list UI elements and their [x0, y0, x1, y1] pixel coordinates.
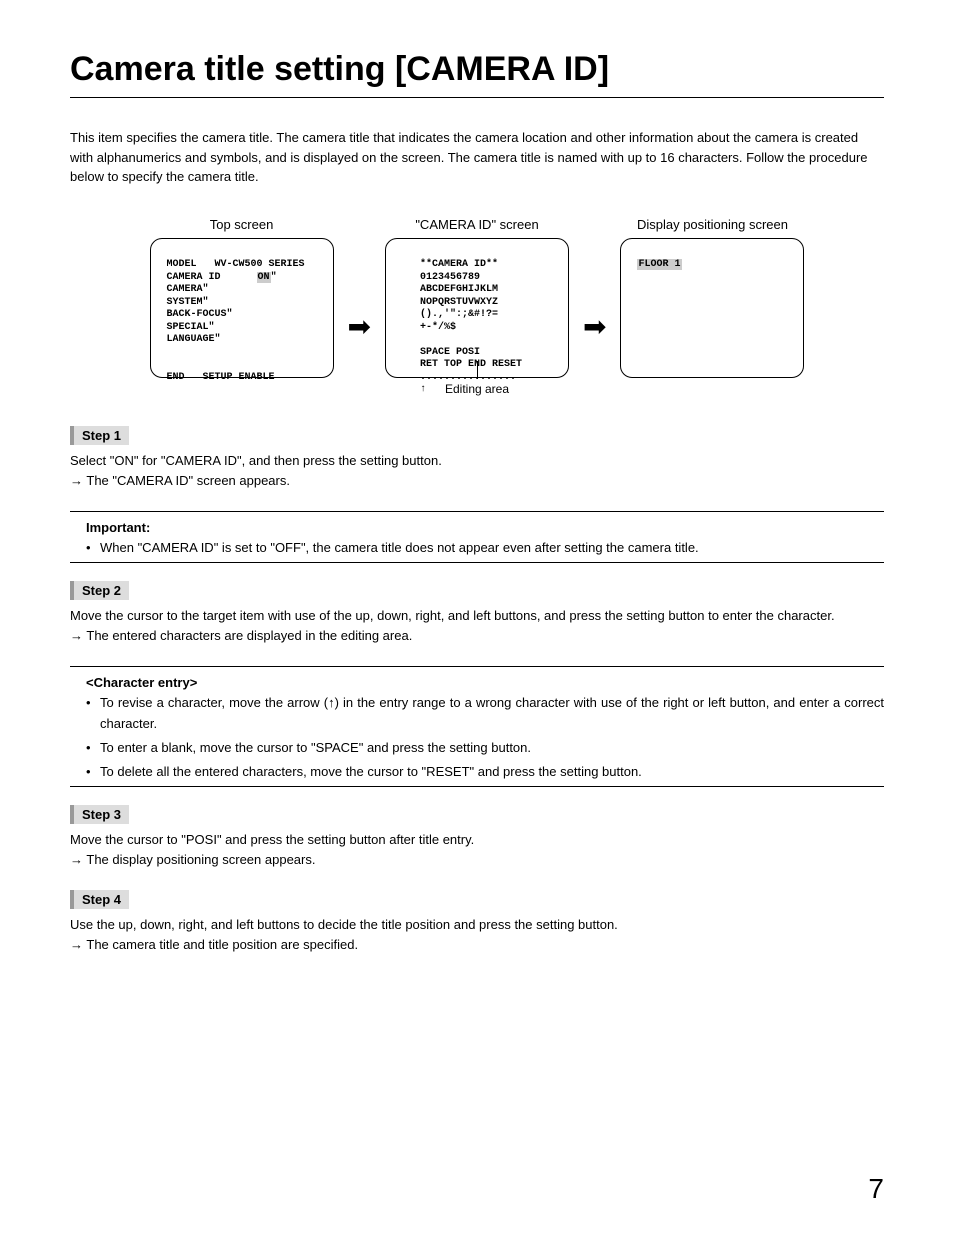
step4-result: The camera title and title position are … — [70, 935, 884, 955]
pos-screen-col: Display positioning screen FLOOR 1 — [620, 217, 804, 378]
t-l7: LANGUAGE" — [161, 334, 221, 345]
c-dots: ................ — [396, 372, 516, 383]
charentry-b2: To enter a blank, move the cursor to "SP… — [100, 738, 884, 758]
step1-result: The "CAMERA ID" screen appears. — [70, 471, 884, 491]
step3-result: The display positioning screen appears. — [70, 850, 884, 870]
rule — [70, 511, 884, 512]
t-l6: SPECIAL" — [161, 322, 215, 333]
charentry-b1: To revise a character, move the arrow (↑… — [100, 693, 884, 733]
p-l1b: FLOOR 1 — [637, 259, 681, 270]
t-l10: END SETUP ENABLE — [161, 372, 275, 383]
t-l4: SYSTEM" — [161, 297, 209, 308]
pos-screen-label: Display positioning screen — [637, 217, 788, 232]
arrow-right-icon: ➡ — [583, 310, 606, 343]
step4-body: Use the up, down, right, and left button… — [70, 915, 884, 955]
step1-head: Step 1 — [70, 426, 129, 445]
page-title: Camera title setting [CAMERA ID] — [70, 50, 884, 89]
page-number: 7 — [868, 1173, 884, 1205]
top-screen-label: Top screen — [210, 217, 274, 232]
charentry-b3: To delete all the entered characters, mo… — [100, 762, 884, 782]
c-l6: +-*/%$ — [396, 322, 456, 333]
cam-screen-col: "CAMERA ID" screen **CAMERA ID** 0123456… — [385, 217, 569, 396]
c-l5: ().,'":;&#!?= — [396, 309, 498, 320]
t-l1: MODEL WV-CW500 SERIES — [161, 259, 305, 270]
step3-head: Step 3 — [70, 805, 129, 824]
t-l3: CAMERA" — [161, 284, 209, 295]
important-bullet: When "CAMERA ID" is set to "OFF", the ca… — [100, 538, 884, 558]
important-head: Important: — [82, 520, 154, 535]
c-l1: **CAMERA ID** — [396, 259, 498, 270]
step2-text: Move the cursor to the target item with … — [70, 606, 884, 626]
rule — [70, 666, 884, 667]
arrow-right-icon: ➡ — [348, 310, 371, 343]
charentry-block: <Character entry> To revise a character,… — [70, 666, 884, 787]
c-l4: NOPQRSTUVWXYZ — [396, 297, 498, 308]
step3-body: Move the cursor to "POSI" and press the … — [70, 830, 884, 870]
step2-head: Step 2 — [70, 581, 129, 600]
rule — [70, 786, 884, 787]
t-l2a: CAMERA ID — [161, 272, 257, 283]
top-screen-box: MODEL WV-CW500 SERIES CAMERA ID ON" CAME… — [150, 238, 334, 378]
title-rule — [70, 97, 884, 98]
charentry-head: <Character entry> — [82, 675, 201, 690]
rule — [70, 562, 884, 563]
cam-screen-box: **CAMERA ID** 0123456789 ABCDEFGHIJKLM N… — [385, 238, 569, 378]
step1-text: Select "ON" for "CAMERA ID", and then pr… — [70, 451, 884, 471]
editing-pointer-line — [477, 361, 478, 379]
step2-result: The entered characters are displayed in … — [70, 626, 884, 646]
step4-text: Use the up, down, right, and left button… — [70, 915, 884, 935]
pos-screen-box: FLOOR 1 — [620, 238, 804, 378]
step3-text: Move the cursor to "POSI" and press the … — [70, 830, 884, 850]
step2-body: Move the cursor to the target item with … — [70, 606, 884, 646]
step4-head: Step 4 — [70, 890, 129, 909]
t-l2c: " — [271, 272, 277, 283]
screens-row: Top screen MODEL WV-CW500 SERIES CAMERA … — [70, 217, 884, 396]
c-l3: ABCDEFGHIJKLM — [396, 284, 498, 295]
c-caret: ↑ — [396, 384, 426, 395]
top-screen-col: Top screen MODEL WV-CW500 SERIES CAMERA … — [150, 217, 334, 378]
important-block: Important: When "CAMERA ID" is set to "O… — [70, 511, 884, 563]
intro-paragraph: This item specifies the camera title. Th… — [70, 128, 884, 187]
t-l5: BACK-FOCUS" — [161, 309, 233, 320]
c-l9: RET TOP END RESET — [396, 359, 522, 370]
c-l8: SPACE POSI — [396, 347, 480, 358]
c-l2: 0123456789 — [396, 272, 480, 283]
t-l2b: ON — [257, 272, 271, 283]
cam-screen-label: "CAMERA ID" screen — [415, 217, 538, 232]
step1-body: Select "ON" for "CAMERA ID", and then pr… — [70, 451, 884, 491]
